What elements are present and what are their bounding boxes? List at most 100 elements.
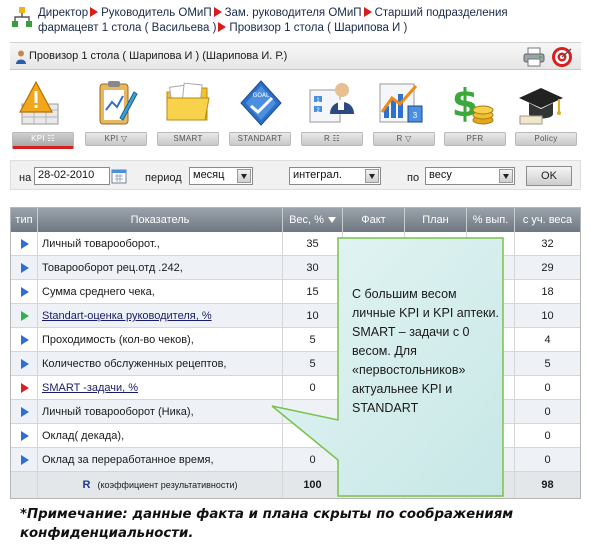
row-type-arrow-icon[interactable] (21, 455, 29, 465)
row-fact-cell (343, 256, 405, 280)
smart-folder-icon[interactable] (163, 78, 213, 128)
table-row[interactable]: Личный товарооборот., 35 32 (11, 232, 580, 256)
breadcrumb-item[interactable]: Директор (38, 7, 88, 19)
r-chart-icon[interactable]: 3 (376, 78, 426, 128)
row-type-cell (11, 304, 38, 328)
date-label: на (19, 172, 32, 184)
row-type-arrow-icon[interactable] (21, 287, 29, 297)
row-type-arrow-icon[interactable] (21, 311, 29, 321)
row-indicator-cell: Сумма среднего чека, (38, 280, 283, 304)
breadcrumb: Директор Руководитель ОМиП Зам. руководите… (12, 5, 582, 41)
row-type-arrow-icon[interactable] (21, 263, 29, 273)
row-weight-cell: 0 (283, 448, 343, 472)
col-weight[interactable]: Вес, % (283, 208, 343, 232)
row-indicator-text: Личный товарооборот (Ника), (42, 406, 194, 418)
row-indicator-cell: Личный товарооборот., (38, 232, 283, 256)
row-type-arrow-icon[interactable] (21, 383, 29, 393)
breadcrumb-arrow-icon (218, 22, 227, 32)
kpi-clipboard-icon[interactable] (90, 78, 140, 128)
row-weight-cell: 5 (283, 352, 343, 376)
row-indicator-text[interactable]: SMART -задачи, % (42, 382, 138, 394)
calendar-icon[interactable] (111, 168, 127, 184)
row-indicator-cell[interactable]: Standart-оценка руководителя, % (38, 304, 283, 328)
kpi-table-warning-icon[interactable] (14, 78, 64, 128)
row-type-cell (11, 448, 38, 472)
col-type[interactable]: тип (11, 208, 38, 232)
row-indicator-cell: Личный товарооборот (Ника), (38, 400, 283, 424)
col-weighted[interactable]: с уч. веса (515, 208, 580, 232)
tab-smart[interactable]: SMART (157, 132, 219, 146)
row-type-arrow-icon[interactable] (21, 431, 29, 441)
tab-policy[interactable]: Policy (515, 132, 577, 146)
standart-goal-icon[interactable]: GOAL (236, 78, 286, 128)
tab-standart[interactable]: STANDART (229, 132, 291, 146)
row-indicator-text: Проходимость (кол-во чеков), (42, 334, 194, 346)
row-indicator-text[interactable]: Standart-оценка руководителя, % (42, 310, 212, 322)
col-plan[interactable]: План (405, 208, 467, 232)
tab-kpi-table[interactable]: KPI ☷ (12, 132, 74, 149)
row-type-cell (11, 400, 38, 424)
row-weighted-cell: 32 (541, 238, 554, 250)
col-indicator[interactable]: Показатель (38, 208, 283, 232)
row-indicator-cell: Количество обслуженных рецептов, (38, 352, 283, 376)
row-weighted-cell: 18 (541, 286, 554, 298)
period-label: период (145, 172, 182, 184)
r-user-list-icon[interactable]: 1 2 (306, 78, 356, 128)
table-row[interactable]: Оклад за переработанное время, 0 0 (11, 448, 580, 472)
total-label-r: R (82, 479, 91, 491)
breadcrumb-arrow-icon (363, 7, 372, 17)
breadcrumb-item[interactable]: Руководитель ОМиП (101, 7, 212, 19)
row-indicator-cell[interactable]: SMART -задачи, % (38, 376, 283, 400)
table-row[interactable]: Оклад( декада), 0 (11, 424, 580, 448)
date-input[interactable]: 28-02-2010 (34, 167, 110, 185)
breadcrumb-item[interactable]: Зам. руководителя ОМиП (225, 7, 362, 19)
row-indicator-text: Оклад за переработанное время, (42, 454, 214, 466)
by-label: по (407, 172, 420, 184)
row-weight-cell: 30 (283, 256, 343, 280)
total-pct (467, 472, 515, 498)
row-type-arrow-icon[interactable] (21, 335, 29, 345)
printer-icon[interactable] (523, 47, 545, 67)
row-type-cell (11, 280, 38, 304)
period-select[interactable]: месяц (189, 167, 253, 185)
row-weighted-cell: 0 (544, 406, 551, 418)
total-label: R (коэффициент результативности) (38, 472, 283, 498)
org-tree-icon (12, 7, 32, 27)
pfr-money-icon[interactable]: $ (447, 78, 497, 128)
row-type-arrow-icon[interactable] (21, 407, 29, 417)
table-header: тип Показатель Вес, % Факт План % вып. с… (11, 208, 580, 232)
col-fact[interactable]: Факт (343, 208, 405, 232)
row-weighted-cell: 0 (544, 430, 551, 442)
row-plan-cell (405, 232, 467, 256)
row-type-cell (11, 328, 38, 352)
row-pct-cell (467, 424, 515, 448)
col-pct[interactable]: % вып. (467, 208, 515, 232)
breadcrumb-item[interactable]: фармацевт 1 стола ( Васильева ) (38, 22, 216, 34)
row-pct-cell (467, 448, 515, 472)
row-fact-cell (343, 448, 405, 472)
row-indicator-cell: Оклад за переработанное время, (38, 448, 283, 472)
user-icon (16, 50, 26, 64)
row-plan-cell (405, 448, 467, 472)
row-type-cell (11, 352, 38, 376)
row-indicator-text: Сумма среднего чека, (42, 286, 155, 298)
row-weight-cell: 10 (283, 304, 343, 328)
row-weighted-cell: 4 (544, 334, 551, 346)
ok-button[interactable]: OK (526, 166, 572, 186)
tab-kpi-chart[interactable]: KPI ▽ (85, 132, 147, 146)
by-select[interactable]: весу (425, 167, 515, 185)
breadcrumb-item[interactable]: Старший подразделения (375, 7, 508, 19)
tab-r-table[interactable]: R ☷ (301, 132, 363, 146)
row-weight-cell (283, 424, 343, 448)
tab-pfr[interactable]: PFR (444, 132, 506, 146)
target-icon[interactable] (551, 46, 573, 68)
mode-select[interactable]: интеграл. (289, 167, 381, 185)
policy-graduation-icon[interactable] (516, 78, 566, 128)
total-weight: 100 (283, 472, 343, 498)
table-row[interactable]: Товарооборот рец.отд .242, 30 29 (11, 256, 580, 280)
row-type-arrow-icon[interactable] (21, 239, 29, 249)
row-weighted-cell: 5 (544, 358, 551, 370)
tab-r-chart[interactable]: R ▽ (373, 132, 435, 146)
row-type-arrow-icon[interactable] (21, 359, 29, 369)
row-plan-cell (405, 424, 467, 448)
